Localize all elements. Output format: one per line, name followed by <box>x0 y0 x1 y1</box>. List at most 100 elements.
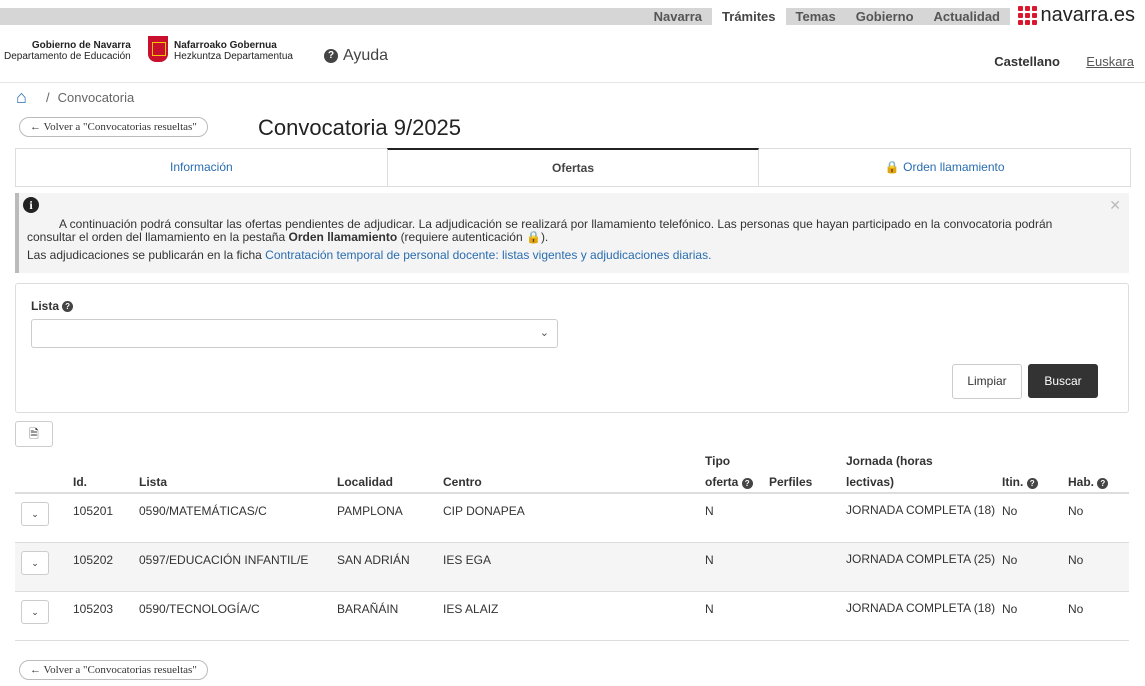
col-jornada-line2[interactable]: lectivas) <box>846 475 894 489</box>
table-header: Id. Lista Localidad Centro Tipo oferta ?… <box>15 452 1129 494</box>
col-hab-text: Hab. <box>1068 475 1095 489</box>
ayuda-link[interactable]: ? Ayuda <box>324 47 388 65</box>
cell-jornada: JORNADA COMPLETA (18) <box>846 503 996 517</box>
expand-row-button[interactable]: ⌄ <box>21 551 49 575</box>
chevron-down-icon: ⌄ <box>539 327 549 339</box>
cell-centro: IES ALAIZ <box>443 602 499 616</box>
logo-right-line1: Nafarroako Gobernua <box>174 40 277 51</box>
page-title: Convocatoria 9/2025 <box>258 115 462 140</box>
cell-tipo: N <box>705 602 714 616</box>
logo-gobierno[interactable]: Gobierno de Navarra Departamento de Educ… <box>4 40 131 62</box>
col-tipo-text: oferta <box>705 475 739 489</box>
cell-centro: CIP DONAPEA <box>443 504 525 518</box>
tab-orden-label: Orden llamamiento <box>903 160 1005 174</box>
question-icon: ? <box>1097 478 1109 489</box>
cell-localidad: PAMPLONA <box>337 504 403 518</box>
expand-row-button[interactable]: ⌄ <box>21 600 49 624</box>
topnav-temas[interactable]: Temas <box>786 8 846 27</box>
logo-left-line2: Departamento de Educación <box>4 51 131 62</box>
alert-text-4: Las adjudicaciones se publicarán en la f… <box>27 248 262 262</box>
alert-text-3: ). <box>540 230 549 244</box>
coat-of-arms-icon <box>148 36 168 62</box>
lock-icon: 🔒 <box>884 160 900 174</box>
cell-lista: 0597/EDUCACIÓN INFANTIL/E <box>139 553 309 567</box>
cell-localidad: BARAÑÁIN <box>337 602 399 616</box>
logo-left-line1: Gobierno de Navarra <box>31 40 131 51</box>
breadcrumb-current: Convocatoria <box>57 89 135 105</box>
cell-lista: 0590/TECNOLOGÍA/C <box>139 602 260 616</box>
cell-itin: No <box>1002 504 1018 518</box>
tab-bar: Información Ofertas 🔒 Orden llamamiento <box>15 148 1131 187</box>
brand-text: navarra.es <box>1040 4 1136 26</box>
filter-panel: Lista ? ⌄ Limpiar Buscar <box>15 283 1129 413</box>
logo-right-line2: Hezkuntza Departamentua <box>174 51 293 62</box>
alert-bold: Orden llamamiento <box>288 230 398 244</box>
col-jornada-line1[interactable]: Jornada (horas <box>846 454 933 468</box>
topnav-tramites[interactable]: Trámites <box>712 8 786 27</box>
cell-id: 105203 <box>73 602 114 616</box>
cell-itin: No <box>1002 553 1018 567</box>
table-row: ⌄ 105201 0590/MATEMÁTICAS/C PAMPLONA CIP… <box>15 494 1129 543</box>
col-localidad[interactable]: Localidad <box>337 475 393 489</box>
expand-row-button[interactable]: ⌄ <box>21 502 49 526</box>
home-icon[interactable]: ⌂ <box>16 88 38 106</box>
navarra-logo-icon <box>1017 6 1037 25</box>
lang-castellano: Castellano <box>994 54 1060 69</box>
back-button-top[interactable]: ← Volver a "Convocatorias resueltas" <box>19 117 208 137</box>
table-row: ⌄ 105202 0597/EDUCACIÓN INFANTIL/E SAN A… <box>15 543 1129 592</box>
table-row: ⌄ 105203 0590/TECNOLOGÍA/C BARAÑÁIN IES … <box>15 592 1129 641</box>
cell-itin: No <box>1002 602 1018 616</box>
navarra-brand-link[interactable]: navarra.es <box>1017 4 1136 27</box>
col-itin[interactable]: Itin. ? <box>1002 475 1038 489</box>
cell-localidad: SAN ADRIÁN <box>337 553 410 567</box>
cell-centro: IES EGA <box>443 553 492 567</box>
cell-tipo: N <box>705 553 714 567</box>
tab-ofertas[interactable]: Ofertas <box>386 148 760 186</box>
question-icon: ? <box>62 300 74 312</box>
col-tipo-line1[interactable]: Tipo <box>705 454 730 468</box>
logo-nafarroa[interactable]: Nafarroako Gobernua Hezkuntza Departamen… <box>174 40 293 62</box>
tab-informacion[interactable]: Información <box>16 149 387 186</box>
cell-jornada: JORNADA COMPLETA (25) <box>846 552 996 566</box>
topnav-navarra[interactable]: Navarra <box>644 8 712 27</box>
lang-euskara[interactable]: Euskara <box>1086 54 1134 69</box>
cell-id: 105201 <box>73 504 114 518</box>
col-id[interactable]: Id. <box>73 475 87 489</box>
breadcrumb: ⌂ / Convocatoria <box>16 88 134 106</box>
limpiar-button[interactable]: Limpiar <box>952 364 1022 399</box>
top-nav: Navarra Trámites Temas Gobierno Actualid… <box>644 8 1010 27</box>
cell-id: 105202 <box>73 553 114 567</box>
alert-paragraph-2: Las adjudicaciones se publicarán en la f… <box>27 248 711 262</box>
back-button-bottom[interactable]: ← Volver a "Convocatorias resueltas" <box>19 660 208 680</box>
export-document-button[interactable]: 🗎 <box>15 421 53 447</box>
buscar-button[interactable]: Buscar <box>1028 364 1098 398</box>
cell-hab: No <box>1068 553 1084 567</box>
site-header: Gobierno de Navarra Departamento de Educ… <box>0 30 1145 83</box>
close-icon[interactable]: ✕ <box>1109 197 1121 214</box>
alert-text-2: (requiere autenticación <box>400 230 523 244</box>
col-tipo-line2[interactable]: oferta ? <box>705 475 753 489</box>
col-lista[interactable]: Lista <box>139 475 167 489</box>
breadcrumb-separator: / <box>46 89 50 105</box>
col-itin-text: Itin. <box>1002 475 1024 489</box>
cell-tipo: N <box>705 504 714 518</box>
tab-orden-llamamiento[interactable]: 🔒 Orden llamamiento <box>759 149 1130 186</box>
lista-label-text: Lista <box>31 299 60 313</box>
topnav-actualidad[interactable]: Actualidad <box>924 8 1010 27</box>
lista-label: Lista ? <box>31 299 74 313</box>
question-icon: ? <box>741 478 753 489</box>
col-centro[interactable]: Centro <box>443 475 482 489</box>
col-hab[interactable]: Hab. ? <box>1068 475 1109 489</box>
contratacion-link[interactable]: Contratación temporal de personal docent… <box>265 248 711 262</box>
lista-select[interactable]: ⌄ <box>31 319 558 348</box>
cell-hab: No <box>1068 602 1084 616</box>
ayuda-label: Ayuda <box>343 47 389 64</box>
col-perfiles[interactable]: Perfiles <box>769 475 812 489</box>
topnav-gobierno[interactable]: Gobierno <box>846 8 924 27</box>
cell-jornada: JORNADA COMPLETA (18) <box>846 601 996 615</box>
info-icon: i <box>23 197 39 213</box>
info-alert: i ✕ A continuación podrá consultar las o… <box>15 193 1129 273</box>
cell-hab: No <box>1068 504 1084 518</box>
question-icon: ? <box>324 49 338 63</box>
small-lock-icon: 🔒 <box>525 230 541 244</box>
